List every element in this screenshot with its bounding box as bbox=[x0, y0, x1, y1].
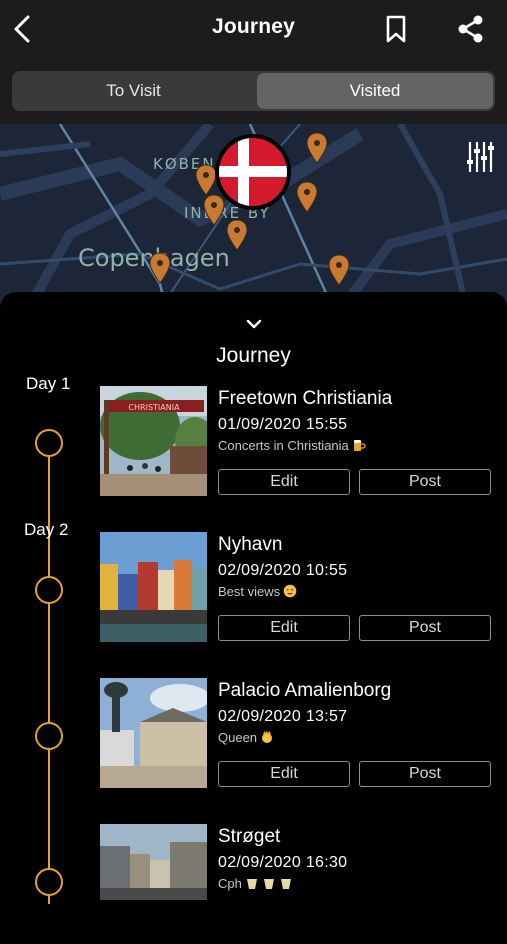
tab-visited[interactable]: Visited bbox=[257, 73, 493, 109]
bookmark-button[interactable] bbox=[383, 14, 409, 44]
journey-entry: CHRISTIANIA Freetown Christiania 01/09/2… bbox=[0, 386, 507, 506]
journey-entry: Strøget 02/09/2020 16:30 Cph bbox=[0, 824, 507, 944]
entry-note: Queen bbox=[218, 730, 274, 747]
princess-emoji-icon bbox=[260, 730, 274, 747]
share-button[interactable] bbox=[454, 13, 486, 45]
segment-bar: To Visit Visited bbox=[0, 58, 507, 124]
entry-note-text: Cph bbox=[218, 876, 242, 891]
entry-note: Concerts in Christiania bbox=[218, 438, 366, 455]
tab-to-visit[interactable]: To Visit bbox=[14, 73, 253, 109]
denmark-flag-icon[interactable] bbox=[213, 132, 293, 212]
post-button[interactable]: Post bbox=[359, 761, 491, 787]
entry-datetime: 02/09/2020 16:30 bbox=[218, 854, 348, 871]
entry-title: Strøget bbox=[218, 826, 281, 847]
entry-datetime: 01/09/2020 15:55 bbox=[218, 416, 348, 433]
visit-segmented-control: To Visit Visited bbox=[12, 71, 495, 111]
amalienborg-photo bbox=[100, 678, 207, 788]
sliders-icon bbox=[467, 142, 494, 172]
christiania-photo: CHRISTIANIA bbox=[100, 386, 207, 496]
entry-title: Freetown Christiania bbox=[218, 388, 393, 409]
nyhavn-photo bbox=[100, 532, 207, 642]
entry-datetime: 02/09/2020 13:57 bbox=[218, 708, 348, 725]
entry-note: Cph bbox=[218, 876, 299, 893]
edit-button[interactable]: Edit bbox=[218, 469, 350, 495]
map-pin-icon[interactable] bbox=[296, 181, 318, 213]
sheet-title: Journey bbox=[216, 344, 291, 367]
map-pin-icon[interactable] bbox=[306, 132, 328, 164]
journey-entry: Nyhavn 02/09/2020 10:55 Best views Edit … bbox=[0, 532, 507, 652]
entry-note-text: Concerts in Christiania bbox=[218, 438, 349, 453]
beer-emoji-icon bbox=[352, 438, 366, 455]
entry-title: Nyhavn bbox=[218, 534, 283, 555]
post-button[interactable]: Post bbox=[359, 615, 491, 641]
entry-photo[interactable]: CHRISTIANIA bbox=[100, 386, 207, 496]
entry-note-text: Queen bbox=[218, 730, 258, 745]
entry-photo[interactable] bbox=[100, 678, 207, 788]
filter-button[interactable] bbox=[466, 140, 496, 172]
entry-note: Best views bbox=[218, 584, 297, 601]
entry-photo[interactable] bbox=[100, 824, 207, 900]
post-button[interactable]: Post bbox=[359, 469, 491, 495]
map-pin-icon[interactable] bbox=[226, 219, 248, 251]
entry-photo[interactable] bbox=[100, 532, 207, 642]
entry-note-text: Best views bbox=[218, 584, 281, 599]
svg-text:CHRISTIANIA: CHRISTIANIA bbox=[128, 403, 180, 412]
journey-entry: Palacio Amalienborg 02/09/2020 13:57 Que… bbox=[0, 678, 507, 798]
share-icon bbox=[458, 15, 483, 43]
heart-eyes-emoji-icon bbox=[283, 584, 297, 601]
map-pin-icon[interactable] bbox=[149, 252, 171, 284]
stroget-photo bbox=[100, 824, 207, 900]
edit-button[interactable]: Edit bbox=[218, 761, 350, 787]
entry-title: Palacio Amalienborg bbox=[218, 680, 392, 701]
page-title: Journey bbox=[211, 15, 296, 38]
top-navigation-bar: Journey bbox=[0, 0, 507, 58]
shopping-emoji-icon bbox=[245, 876, 299, 893]
bookmark-icon bbox=[386, 15, 406, 43]
map-pin-icon[interactable] bbox=[328, 254, 350, 286]
edit-button[interactable]: Edit bbox=[218, 615, 350, 641]
chevron-down-icon[interactable] bbox=[244, 317, 264, 331]
entry-datetime: 02/09/2020 10:55 bbox=[218, 562, 348, 579]
